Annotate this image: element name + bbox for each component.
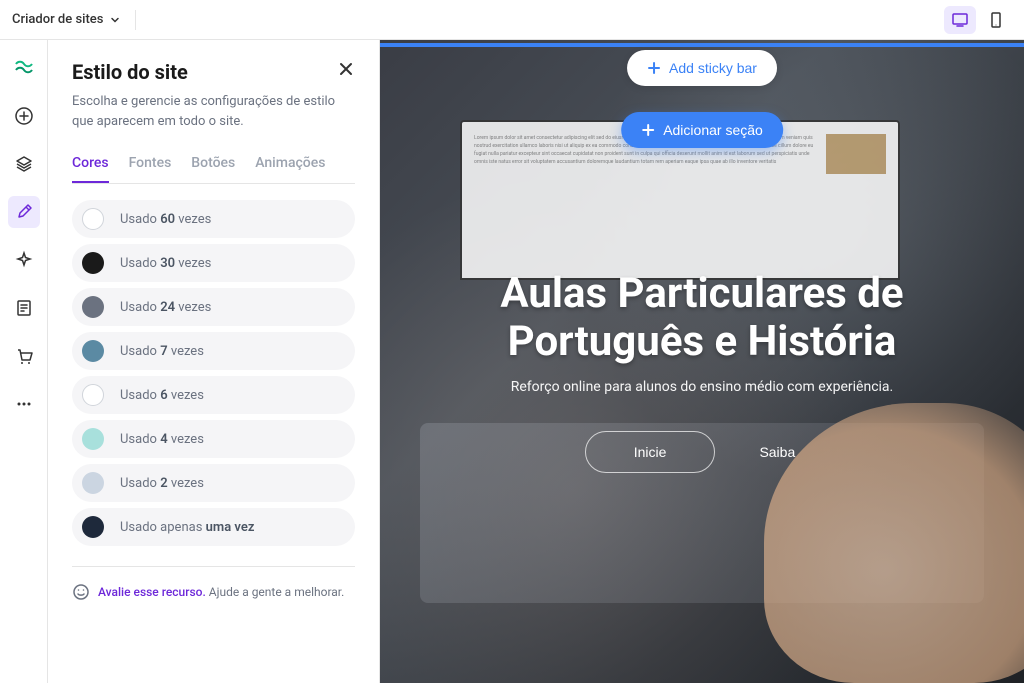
layers-icon[interactable] <box>8 148 40 180</box>
color-usage-label: Usado 24 vezes <box>120 300 211 315</box>
panel-description: Escolha e gerencie as configurações de e… <box>72 92 355 131</box>
feedback-text: Ajude a gente a melhorar. <box>209 585 345 599</box>
color-item[interactable]: Usado 24 vezes <box>72 288 355 326</box>
color-swatch <box>82 252 104 274</box>
panel-title: Estilo do site <box>72 60 188 84</box>
hero-primary-button[interactable]: Inicie <box>585 431 716 473</box>
feedback-row: Avalie esse recurso. Ajude a gente a mel… <box>72 566 355 601</box>
site-builder-label: Criador de sites <box>12 12 103 27</box>
color-item[interactable]: Usado apenas uma vez <box>72 508 355 546</box>
color-swatch <box>82 296 104 318</box>
tabs: Cores Fontes Botões Animações <box>72 155 355 184</box>
note-icon[interactable] <box>8 292 40 324</box>
hero-subtitle[interactable]: Reforço online para alunos do ensino méd… <box>400 379 1004 395</box>
color-usage-label: Usado 2 vezes <box>120 476 204 491</box>
site-builder-dropdown[interactable]: Criador de sites <box>12 10 144 30</box>
more-icon[interactable] <box>8 388 40 420</box>
sparkle-icon[interactable] <box>8 244 40 276</box>
color-usage-label: Usado 6 vezes <box>120 388 204 403</box>
plus-icon <box>641 123 655 137</box>
color-item[interactable]: Usado 60 vezes <box>72 200 355 238</box>
hero-buttons: Inicie Saiba <box>400 431 1004 473</box>
section-label: Adicionar seção <box>663 122 763 138</box>
mobile-view-button[interactable] <box>980 6 1012 34</box>
color-swatch <box>82 384 104 406</box>
tab-cores[interactable]: Cores <box>72 155 109 183</box>
main-layout: Estilo do site Escolha e gerencie as con… <box>0 40 1024 683</box>
logo-icon[interactable] <box>8 52 40 84</box>
add-icon[interactable] <box>8 100 40 132</box>
color-item[interactable]: Usado 2 vezes <box>72 464 355 502</box>
color-item[interactable]: Usado 6 vezes <box>72 376 355 414</box>
color-swatch <box>82 472 104 494</box>
smile-icon <box>72 583 90 601</box>
mobile-icon <box>987 11 1005 29</box>
color-list: Usado 60 vezes Usado 30 vezes Usado 24 vez… <box>72 200 355 546</box>
color-usage-label: Usado apenas uma vez <box>120 520 254 535</box>
add-section-button[interactable]: Adicionar seção <box>621 112 783 148</box>
color-swatch <box>82 428 104 450</box>
color-item[interactable]: Usado 30 vezes <box>72 244 355 282</box>
style-icon[interactable] <box>8 196 40 228</box>
cart-icon[interactable] <box>8 340 40 372</box>
color-item[interactable]: Usado 4 vezes <box>72 420 355 458</box>
color-usage-label: Usado 4 vezes <box>120 432 204 447</box>
color-usage-label: Usado 30 vezes <box>120 256 211 271</box>
feedback-link[interactable]: Avalie esse recurso. <box>98 585 206 599</box>
plus-icon <box>647 61 661 75</box>
selection-frame <box>380 43 1024 47</box>
close-icon <box>337 60 355 78</box>
tab-fontes[interactable]: Fontes <box>129 155 172 183</box>
color-usage-label: Usado 7 vezes <box>120 344 204 359</box>
tab-animacoes[interactable]: Animações <box>255 155 325 183</box>
hero-secondary-button[interactable]: Saiba <box>735 431 819 473</box>
desktop-view-button[interactable] <box>944 6 976 34</box>
color-swatch <box>82 516 104 538</box>
color-swatch <box>82 208 104 230</box>
sidebar-nav <box>0 40 48 683</box>
top-bar: Criador de sites <box>0 0 1024 40</box>
divider <box>135 10 136 30</box>
color-swatch <box>82 340 104 362</box>
desktop-icon <box>951 11 969 29</box>
tab-botoes[interactable]: Botões <box>191 155 235 183</box>
sticky-label: Add sticky bar <box>669 60 757 76</box>
hero-title[interactable]: Aulas Particulares de Português e Histór… <box>400 270 1004 367</box>
color-item[interactable]: Usado 7 vezes <box>72 332 355 370</box>
chevron-down-icon <box>109 14 121 26</box>
close-button[interactable] <box>337 60 355 82</box>
add-sticky-bar-button[interactable]: Add sticky bar <box>627 50 777 86</box>
hero-section[interactable]: Aulas Particulares de Português e Histór… <box>380 270 1024 473</box>
canvas: Lorem ipsum dolor sit amet consectetur a… <box>380 40 1024 683</box>
device-switcher <box>944 6 1012 34</box>
style-panel: Estilo do site Escolha e gerencie as con… <box>48 40 380 683</box>
color-usage-label: Usado 60 vezes <box>120 212 211 227</box>
